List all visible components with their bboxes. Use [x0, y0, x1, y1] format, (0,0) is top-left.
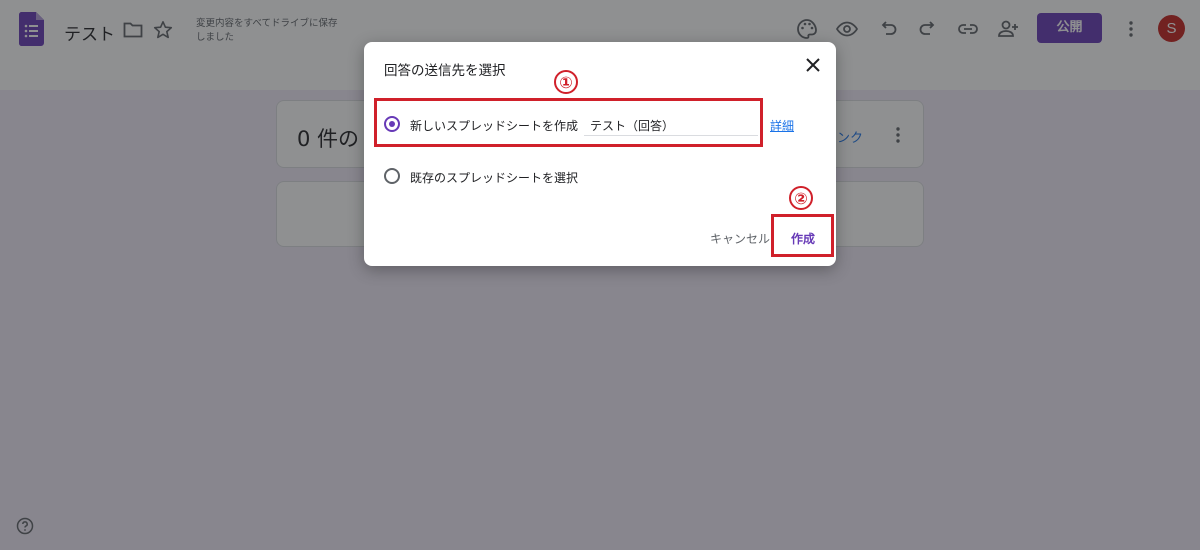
- annotation-highlight-step2: [771, 214, 834, 257]
- annotation-step2-marker: ②: [789, 186, 813, 210]
- existing-spreadsheet-radio[interactable]: [384, 168, 400, 184]
- annotation-step1-marker: ①: [554, 70, 578, 94]
- cancel-button[interactable]: キャンセル: [710, 230, 770, 247]
- close-icon[interactable]: [804, 56, 822, 74]
- annotation-highlight-step1: [374, 98, 763, 147]
- dialog-title: 回答の送信先を選択: [384, 63, 506, 79]
- select-destination-dialog: 回答の送信先を選択 新しいスプレッドシートを作成 詳細 既存のスプレッドシートを…: [364, 42, 836, 266]
- details-link[interactable]: 詳細: [770, 117, 794, 134]
- existing-spreadsheet-label[interactable]: 既存のスプレッドシートを選択: [410, 169, 578, 186]
